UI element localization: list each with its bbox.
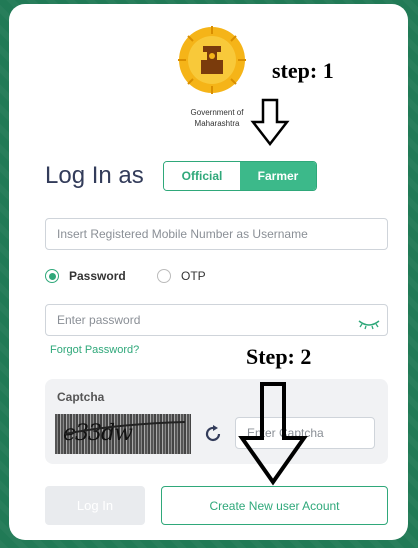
captcha-image: e33dw xyxy=(55,414,191,454)
maharashtra-emblem-logo xyxy=(178,26,246,94)
captcha-noise-line xyxy=(64,421,186,435)
username-input[interactable]: Insert Registered Mobile Number as Usern… xyxy=(45,218,388,250)
otp-radio-label: OTP xyxy=(181,269,206,283)
official-toggle-button[interactable]: Official xyxy=(164,162,240,190)
down-arrow-icon xyxy=(238,382,308,486)
login-type-toggle: Official Farmer xyxy=(163,161,317,191)
password-radio-option[interactable]: Password xyxy=(45,269,126,283)
captcha-section: Captcha e33dw Enter Captcha xyxy=(45,379,388,464)
forgot-password-link[interactable]: Forgot Password? xyxy=(50,344,139,356)
otp-radio[interactable] xyxy=(157,269,171,283)
captcha-label: Captcha xyxy=(57,390,105,404)
otp-radio-option[interactable]: OTP xyxy=(157,269,206,283)
login-card: Government of Maharashtra Log In as Offi… xyxy=(9,4,408,540)
password-radio[interactable] xyxy=(45,269,59,283)
farmer-toggle-button[interactable]: Farmer xyxy=(240,162,316,190)
password-radio-label: Password xyxy=(69,269,126,283)
refresh-captcha-icon[interactable] xyxy=(202,423,224,445)
eye-closed-icon[interactable] xyxy=(358,318,380,330)
step-2-annotation: Step: 2 xyxy=(246,344,312,369)
login-button[interactable]: Log In xyxy=(45,486,145,525)
login-heading: Log In as xyxy=(45,162,144,189)
create-new-user-button[interactable]: Create New user Acount xyxy=(161,486,388,525)
password-input[interactable]: Enter password xyxy=(45,304,388,336)
down-arrow-icon xyxy=(250,98,290,146)
step-1-annotation: step: 1 xyxy=(272,58,334,83)
